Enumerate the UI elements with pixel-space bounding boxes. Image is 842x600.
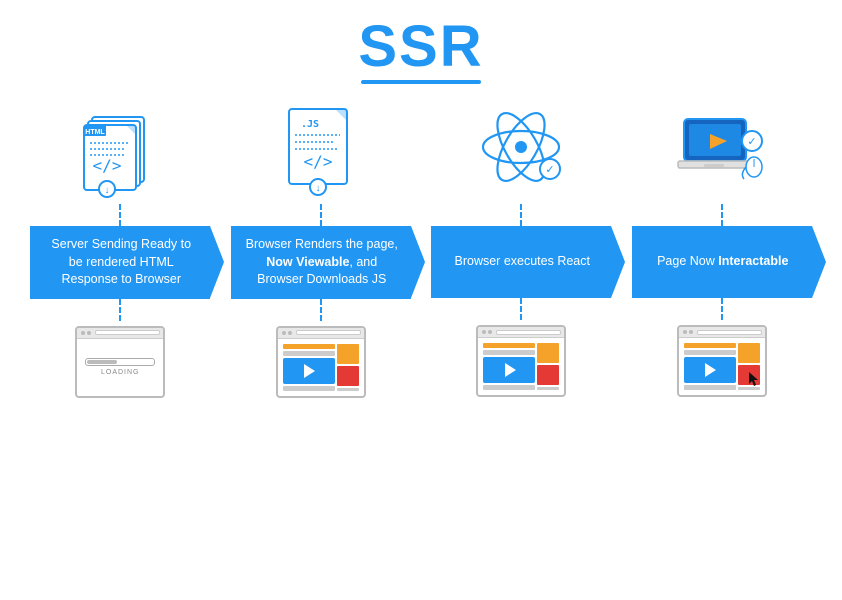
step-4-banner: Page Now Interactable — [632, 226, 812, 298]
flow-container: HTML </> ↓ Server Sending Ready to be re… — [0, 94, 842, 398]
svg-text:</>: </> — [303, 152, 332, 171]
step-4-vline-top — [721, 204, 723, 226]
step-1-icon: HTML </> ↓ — [80, 94, 160, 204]
step-1-vline-bot — [119, 299, 121, 321]
step-2-banner: Browser Renders the page, Now Viewable, … — [231, 226, 411, 299]
step-1-banner-text: Server Sending Ready to be rendered HTML… — [44, 236, 198, 289]
step-2-vline-bot — [320, 299, 322, 321]
step-2-vline-top — [320, 204, 322, 226]
step-3-banner-text: Browser executes React — [455, 253, 590, 271]
svg-text:✓: ✓ — [747, 136, 756, 148]
svg-text:</>: </> — [93, 156, 122, 175]
ssr-title: SSR — [358, 18, 483, 76]
svg-text:↓: ↓ — [105, 185, 110, 196]
step-2-banner-text: Browser Renders the page, Now Viewable, … — [245, 236, 399, 289]
step-4-browser — [677, 325, 767, 397]
ssr-underline — [361, 80, 481, 84]
loading-text: LOADING — [101, 369, 140, 376]
step-1: HTML </> ↓ Server Sending Ready to be re… — [20, 94, 221, 398]
step-3-banner: Browser executes React — [431, 226, 611, 298]
cursor-icon — [749, 372, 759, 391]
step-4: ✓ Page Now Interactable — [622, 94, 823, 397]
step-4-vline-bot — [721, 298, 723, 320]
svg-text:.JS: .JS — [301, 119, 319, 130]
svg-text:↓: ↓ — [315, 183, 320, 194]
step-4-banner-text: Page Now Interactable — [657, 253, 788, 271]
step-2: .JS </> ↓ Browser Renders the page, Now … — [221, 94, 422, 398]
step-2-browser — [276, 326, 366, 398]
step-1-browser: LOADING — [75, 326, 165, 398]
step-3: ✓ Browser executes React — [421, 94, 622, 397]
svg-text:✓: ✓ — [546, 164, 555, 176]
step-1-vline-top — [119, 204, 121, 226]
step-3-vline-top — [520, 204, 522, 226]
step-4-icon: ✓ — [672, 94, 772, 204]
step-3-vline-bot — [520, 298, 522, 320]
step-2-icon: .JS </> ↓ — [285, 94, 357, 204]
svg-text:HTML: HTML — [86, 129, 106, 136]
step-1-banner: Server Sending Ready to be rendered HTML… — [30, 226, 210, 299]
step-3-browser — [476, 325, 566, 397]
step-3-icon: ✓ — [476, 94, 566, 204]
title-section: SSR — [358, 18, 483, 84]
